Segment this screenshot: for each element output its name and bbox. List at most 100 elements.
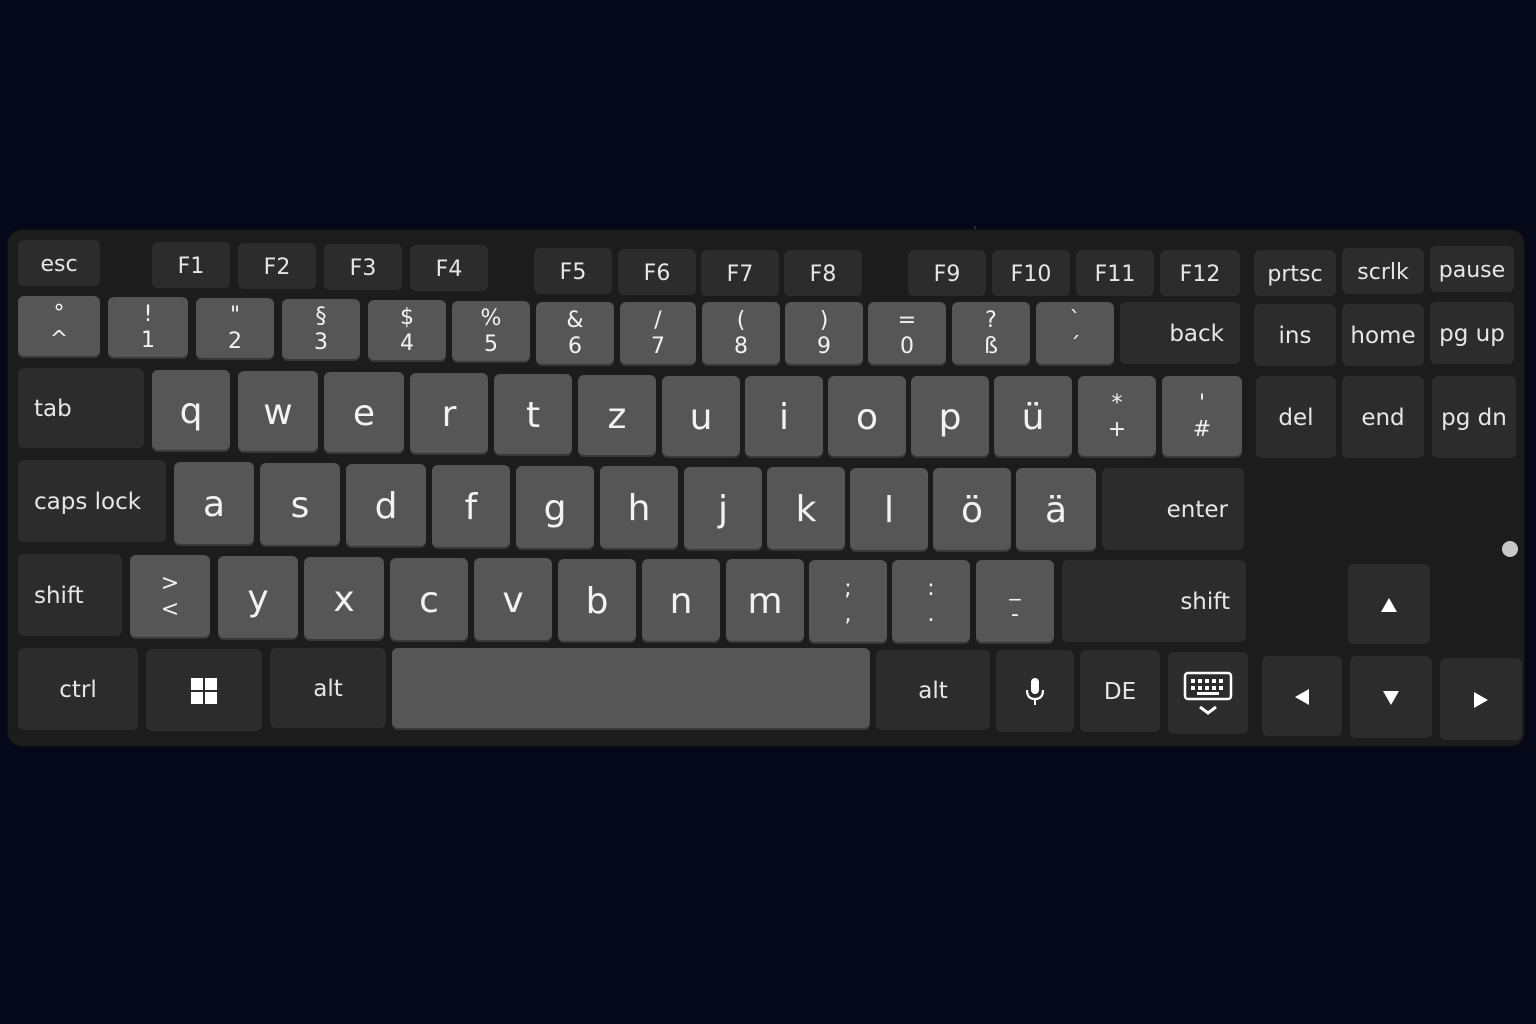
key-alt-left[interactable]: alt bbox=[270, 648, 386, 730]
key-bottom-symbol: ´ bbox=[1069, 334, 1081, 359]
key-a[interactable]: a bbox=[174, 462, 254, 546]
key-shift-right[interactable]: shift bbox=[1062, 560, 1246, 644]
key-bottom-symbol: ^ bbox=[49, 327, 69, 352]
key-end[interactable]: end bbox=[1342, 376, 1424, 460]
key-4[interactable]: $4 bbox=[368, 300, 446, 362]
key-9[interactable]: ) 9 bbox=[785, 302, 863, 366]
key-delete[interactable]: del bbox=[1256, 376, 1336, 460]
key-page-down[interactable]: pg dn bbox=[1432, 376, 1516, 460]
key-f12[interactable]: F12 bbox=[1160, 250, 1240, 298]
arrow-right-icon bbox=[1473, 691, 1489, 709]
key-accent[interactable]: ` ´ bbox=[1036, 302, 1114, 366]
key-insert[interactable]: ins bbox=[1254, 304, 1336, 368]
key-scrlk[interactable]: scrlk bbox=[1342, 248, 1424, 296]
key-e[interactable]: e bbox=[324, 372, 404, 454]
key-f6[interactable]: F6 bbox=[618, 249, 696, 297]
key-p[interactable]: p bbox=[911, 376, 989, 458]
key-d[interactable]: d bbox=[346, 464, 426, 548]
key-q[interactable]: q bbox=[152, 370, 230, 452]
key-f3[interactable]: F3 bbox=[324, 244, 402, 292]
key-circumflex[interactable]: ° ^ bbox=[18, 296, 100, 358]
key-o[interactable]: o bbox=[828, 376, 906, 458]
key-n[interactable]: n bbox=[642, 559, 720, 643]
key-arrow-down[interactable] bbox=[1350, 656, 1432, 740]
key-v[interactable]: v bbox=[474, 558, 552, 642]
key-bottom-symbol: . bbox=[927, 602, 935, 627]
key-7[interactable]: /7 bbox=[620, 302, 696, 366]
key-6[interactable]: & 6 bbox=[536, 302, 614, 366]
key-f5[interactable]: F5 bbox=[534, 248, 612, 296]
key-b[interactable]: b bbox=[558, 559, 636, 643]
key-top-symbol: & bbox=[566, 308, 584, 333]
key-c[interactable]: c bbox=[390, 558, 468, 642]
key-0[interactable]: = 0 bbox=[868, 302, 946, 366]
key-g[interactable]: g bbox=[516, 466, 594, 550]
on-screen-keyboard: esc F1 F2 F3 F4 F5 F6 F7 F8 F9 F10 F11 F… bbox=[8, 230, 1524, 746]
key-ctrl[interactable]: ctrl bbox=[18, 648, 138, 732]
key-f8[interactable]: F8 bbox=[784, 250, 862, 298]
key-bottom-symbol: 8 bbox=[734, 334, 748, 359]
key-y[interactable]: y bbox=[218, 556, 298, 640]
key-f10[interactable]: F10 bbox=[992, 250, 1070, 298]
key-space[interactable] bbox=[392, 648, 870, 730]
key-hash[interactable]: ' # bbox=[1162, 376, 1242, 458]
key-esc[interactable]: esc bbox=[18, 240, 100, 288]
key-x[interactable]: x bbox=[304, 557, 384, 641]
key-top-symbol: ; bbox=[844, 576, 852, 601]
key-arrow-right[interactable] bbox=[1440, 658, 1522, 742]
key-f9[interactable]: F9 bbox=[908, 250, 986, 298]
key-enter[interactable]: enter bbox=[1102, 468, 1244, 552]
key-f7[interactable]: F7 bbox=[701, 250, 779, 298]
key-r[interactable]: r bbox=[410, 373, 488, 455]
key-windows[interactable] bbox=[146, 649, 262, 733]
key-pause[interactable]: pause bbox=[1430, 246, 1514, 294]
key-top-symbol: ° bbox=[53, 301, 65, 326]
key-3[interactable]: § 3 bbox=[282, 299, 360, 361]
key-tab[interactable]: tab bbox=[18, 368, 144, 450]
key-shift-left[interactable]: shift bbox=[18, 554, 122, 638]
key-home[interactable]: home bbox=[1342, 304, 1424, 368]
key-8[interactable]: (8 bbox=[702, 302, 780, 366]
key-f1[interactable]: F1 bbox=[152, 242, 230, 290]
key-f2[interactable]: F2 bbox=[238, 243, 316, 291]
key-f4[interactable]: F4 bbox=[410, 245, 488, 293]
key-k[interactable]: k bbox=[767, 467, 845, 551]
key-caps-lock[interactable]: caps lock bbox=[18, 460, 166, 544]
key-dash[interactable]: _ - bbox=[976, 560, 1054, 644]
key-alt-right[interactable]: alt bbox=[876, 650, 990, 732]
key-angle-brackets[interactable]: > < bbox=[130, 555, 210, 639]
key-backspace[interactable]: back bbox=[1120, 302, 1240, 366]
key-o-umlaut[interactable]: ö bbox=[933, 468, 1011, 552]
key-arrow-left[interactable] bbox=[1262, 656, 1342, 738]
key-page-up[interactable]: pg up bbox=[1430, 302, 1514, 366]
key-hide-keyboard[interactable] bbox=[1168, 652, 1248, 736]
pointer-cursor-dot bbox=[1502, 541, 1518, 557]
key-i[interactable]: i bbox=[745, 376, 823, 458]
key-5[interactable]: % 5 bbox=[452, 301, 530, 363]
key-u[interactable]: u bbox=[662, 376, 740, 458]
key-f11[interactable]: F11 bbox=[1076, 250, 1154, 298]
key-t[interactable]: t bbox=[494, 374, 572, 456]
key-w[interactable]: w bbox=[238, 371, 318, 453]
key-plus[interactable]: * + bbox=[1078, 376, 1156, 458]
key-h[interactable]: h bbox=[600, 466, 678, 550]
key-top-symbol: ! bbox=[143, 302, 153, 327]
key-a-umlaut[interactable]: ä bbox=[1016, 468, 1096, 552]
key-j[interactable]: j bbox=[684, 467, 762, 551]
key-2[interactable]: " 2 bbox=[196, 298, 274, 360]
key-f[interactable]: f bbox=[432, 465, 510, 549]
key-language[interactable]: DE bbox=[1080, 650, 1160, 734]
key-prtsc[interactable]: prtsc bbox=[1254, 250, 1336, 298]
key-eszett[interactable]: ? ß bbox=[952, 302, 1030, 366]
key-u-umlaut[interactable]: ü bbox=[994, 376, 1072, 458]
key-s[interactable]: s bbox=[260, 463, 340, 547]
key-microphone[interactable] bbox=[996, 650, 1074, 734]
key-comma[interactable]: ;, bbox=[809, 560, 887, 644]
key-l[interactable]: l bbox=[850, 468, 928, 552]
key-period[interactable]: :. bbox=[892, 560, 970, 644]
key-m[interactable]: m bbox=[726, 559, 804, 643]
key-z[interactable]: z bbox=[578, 375, 656, 457]
key-arrow-up[interactable] bbox=[1348, 564, 1430, 646]
key-bottom-symbol: 6 bbox=[568, 334, 582, 359]
key-1[interactable]: ! 1 bbox=[108, 297, 188, 359]
